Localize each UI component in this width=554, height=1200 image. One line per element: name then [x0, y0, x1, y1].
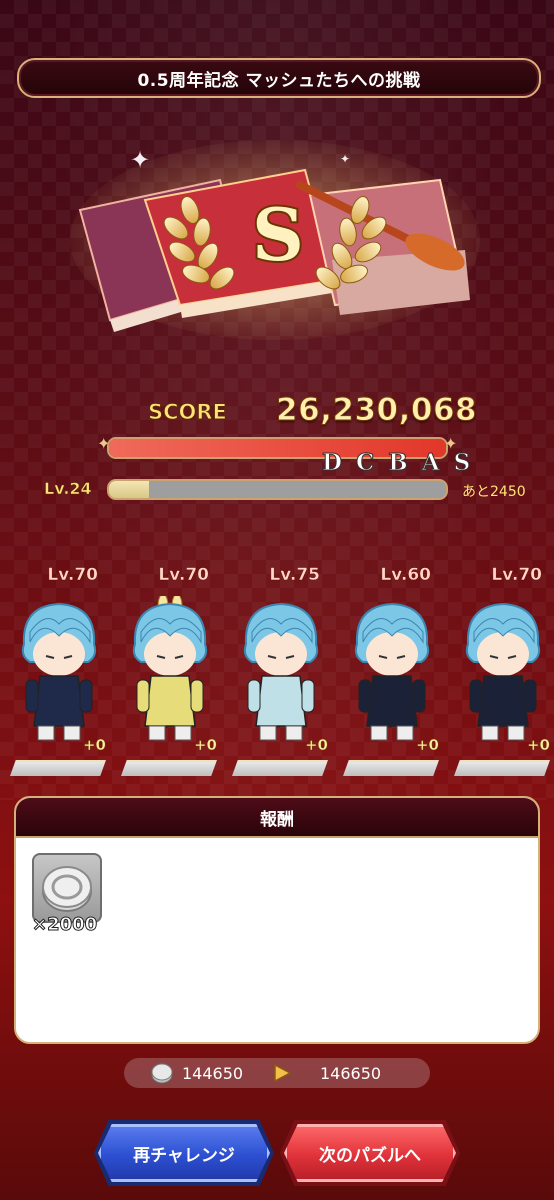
rank-letter: B — [388, 449, 408, 477]
arrow-right-icon — [274, 1063, 292, 1083]
page-title: 0.5周年記念 マッシュたちへの挑戦 — [17, 58, 541, 98]
player-level: Lv.24 — [44, 479, 92, 499]
exp-bar — [107, 479, 448, 500]
currency-after: 146650 — [320, 1064, 382, 1083]
rank-letter: S — [453, 449, 471, 477]
member-bonus: +0 — [82, 736, 107, 755]
coin-icon — [151, 1063, 173, 1084]
member-exp-bar — [121, 760, 217, 776]
reward-panel: 報酬 ×2000 — [14, 796, 540, 1044]
rank-letter: D — [322, 449, 343, 477]
currency-before: 144650 — [182, 1064, 244, 1083]
member-bonus: +0 — [304, 736, 329, 755]
character-portrait — [243, 602, 319, 741]
coin-icon — [42, 866, 92, 912]
next-puzzle-button[interactable]: 次のパズルへ — [284, 1124, 456, 1182]
rank-grade: S — [252, 192, 304, 277]
member-level: Lv.70 — [47, 565, 98, 585]
reward-item[interactable] — [32, 853, 102, 923]
reward-quantity: ×2000 — [31, 914, 98, 936]
rank-letter: C — [355, 449, 375, 477]
party-member[interactable]: Lv.70 +0 — [115, 560, 223, 780]
member-level: Lv.75 — [269, 565, 320, 585]
score-value: 26,230,068 — [275, 392, 478, 429]
reward-title: 報酬 — [16, 798, 538, 838]
member-level: Lv.60 — [380, 565, 431, 585]
member-exp-bar — [343, 760, 439, 776]
exp-bar-fill — [109, 481, 150, 498]
member-level: Lv.70 — [158, 565, 209, 585]
character-portrait — [354, 602, 430, 741]
member-bonus: +0 — [193, 736, 218, 755]
rank-scale: DCBAS — [322, 449, 471, 477]
exp-remaining: あと2450 — [462, 484, 526, 500]
score-label: SCORE — [148, 400, 228, 425]
member-exp-bar — [454, 760, 550, 776]
party-member[interactable]: Lv.70 +0 — [448, 560, 554, 780]
retry-button[interactable]: 再チャレンジ — [98, 1124, 270, 1182]
rank-letter: A — [421, 449, 440, 477]
party-member[interactable]: Lv.70 +0 — [4, 560, 112, 780]
character-portrait — [132, 596, 208, 741]
character-portrait — [21, 602, 97, 741]
member-level: Lv.70 — [491, 565, 542, 585]
character-portrait — [465, 602, 541, 741]
party-member[interactable]: Lv.60 +0 — [337, 560, 445, 780]
member-exp-bar — [232, 760, 328, 776]
rank-emblem: S — [70, 140, 480, 340]
member-exp-bar — [10, 760, 106, 776]
currency-change: 144650 146650 — [124, 1058, 430, 1088]
party-member[interactable]: Lv.75 +0 — [226, 560, 334, 780]
member-bonus: +0 — [415, 736, 440, 755]
member-bonus: +0 — [526, 736, 551, 755]
party-list: Lv.70 +0 Lv.70 +0 Lv.75 +0 Lv.60 +0 Lv.70 +0 — [0, 560, 554, 780]
